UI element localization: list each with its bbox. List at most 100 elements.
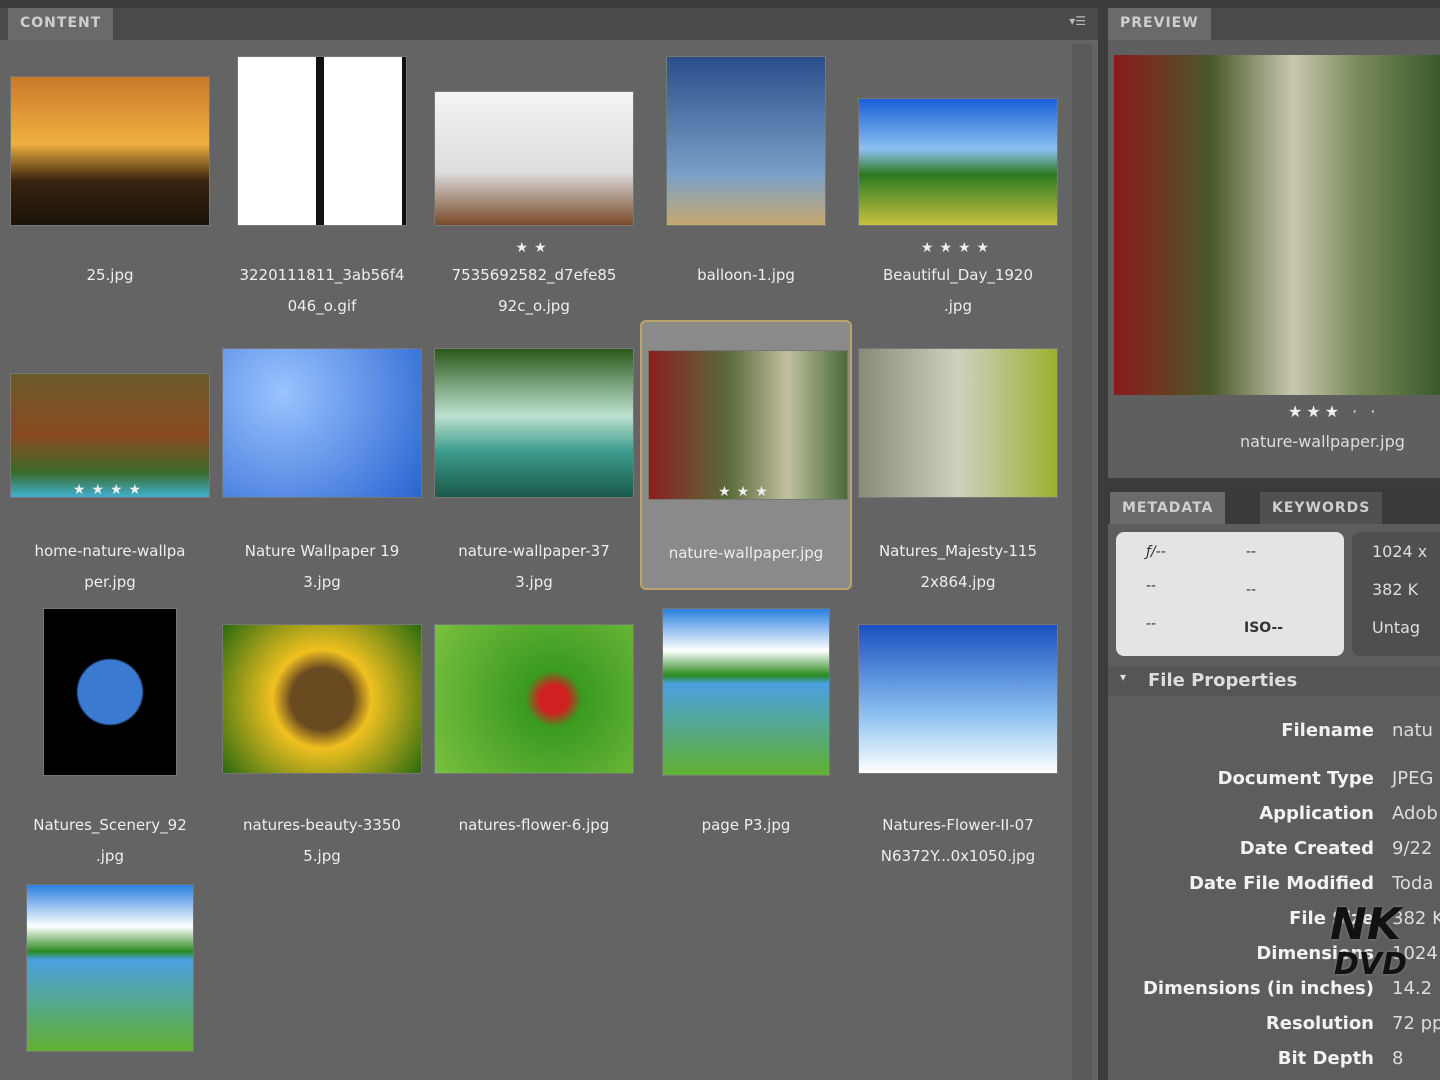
metadata-label: Resolution xyxy=(1265,1013,1374,1034)
thumbnail-image[interactable] xyxy=(43,608,177,776)
preview-rating[interactable]: ★★★ · · xyxy=(1288,402,1379,421)
thumbnail-item[interactable]: ★★★★ Beautiful_Day_1920 .jpg xyxy=(852,46,1064,315)
thumbnail-item[interactable]: ★★★★ home-nature-wallpa per.jpg xyxy=(4,318,216,591)
star-rating[interactable]: ★★★★ xyxy=(852,240,1064,256)
metadata-label: Date Created xyxy=(1239,838,1374,859)
thumbnail-item[interactable]: Natures_Scenery_92 .jpg xyxy=(4,594,216,865)
star-rating[interactable]: ★★★★ xyxy=(4,482,216,498)
metadata-row: Bit Depth 8 xyxy=(1108,1048,1440,1078)
thumbnail-filename: page P3.jpg xyxy=(701,816,791,834)
thumbnail-image[interactable] xyxy=(662,608,830,776)
thumbnail-filename: 25.jpg xyxy=(86,266,134,284)
thumbnail-item[interactable]: ★★★ nature-wallpaper.jpg xyxy=(640,320,852,590)
metadata-value[interactable]: 72 pp xyxy=(1392,1013,1440,1034)
thumbnail-filename: 3220111811_3ab56f4 xyxy=(239,266,405,284)
thumbnail-item[interactable]: natures-flower-6.jpg xyxy=(428,594,640,854)
content-scrollbar[interactable] xyxy=(1072,44,1092,1080)
thumbnail-filename: balloon-1.jpg xyxy=(697,266,795,284)
thumbnail-filename: N6372Y...0x1050.jpg xyxy=(880,847,1036,865)
aperture-value: ƒ/-- xyxy=(1146,544,1166,560)
thumbnail-image[interactable] xyxy=(858,348,1058,498)
thumbnail-item[interactable]: 25.jpg xyxy=(4,46,216,306)
thumbnail-filename: Nature Wallpaper 19 xyxy=(244,542,400,560)
star-rating[interactable]: ★★★ xyxy=(642,484,850,500)
thumbnail-image[interactable] xyxy=(434,624,634,774)
metadata-label: Document Type xyxy=(1217,768,1374,789)
thumbnail-item[interactable]: ★★ 7535692582_d7efe85 92c_o.jpg xyxy=(428,46,640,315)
shutter-value: -- xyxy=(1246,544,1257,560)
tab-preview[interactable]: PREVIEW xyxy=(1108,8,1211,40)
tab-metadata[interactable]: METADATA xyxy=(1110,492,1226,524)
file-properties-section-header[interactable]: ▾ File Properties xyxy=(1108,666,1440,696)
metadata-value[interactable]: 8 xyxy=(1392,1048,1403,1069)
tab-keywords[interactable]: KEYWORDS xyxy=(1260,492,1383,524)
thumbnail-filename: nature-wallpaper-37 xyxy=(458,542,610,560)
thumbnail-item[interactable] xyxy=(4,870,216,1060)
thumbnail-filename: 5.jpg xyxy=(303,847,341,865)
thumbnail-image[interactable] xyxy=(222,624,422,774)
thumbnail-image[interactable] xyxy=(434,348,634,498)
thumbnail-image[interactable] xyxy=(858,98,1058,226)
metadata-row: Document Type JPEG xyxy=(1108,768,1440,798)
thumbnail-filename: .jpg xyxy=(96,847,124,865)
dimensions-summary: 1024 x xyxy=(1372,542,1428,561)
content-panel: CONTENT ▾☰ 25.jpg 3220111811_3ab56f4 046_o… xyxy=(0,8,1098,1080)
camera-value: -- xyxy=(1246,582,1257,598)
thumbnail-filename: natures-flower-6.jpg xyxy=(458,816,610,834)
thumbnail-filename: natures-beauty-3350 xyxy=(243,816,401,834)
metadata-row: Application Adob xyxy=(1108,803,1440,833)
thumbnail-image[interactable] xyxy=(10,76,210,226)
thumbnail-filename: home-nature-wallpa xyxy=(34,542,186,560)
thumbnail-image[interactable] xyxy=(237,56,407,226)
camera-value: -- xyxy=(1146,616,1157,632)
metadata-value[interactable]: JPEG xyxy=(1392,768,1433,789)
thumbnail-image[interactable] xyxy=(858,624,1058,774)
file-summary-box: 1024 x 382 K Untag xyxy=(1352,532,1440,656)
metadata-label: Filename xyxy=(1281,720,1374,741)
thumbnail-image[interactable] xyxy=(10,373,210,498)
section-title: File Properties xyxy=(1148,670,1298,691)
preview-panel: PREVIEW ★★★ · · nature-wallpaper.jpg xyxy=(1108,8,1440,478)
thumbnail-image[interactable] xyxy=(666,56,826,226)
metadata-value[interactable]: 9/22 xyxy=(1392,838,1432,859)
watermark-logo: NK DVD xyxy=(1330,899,1408,983)
thumbnail-filename: Natures_Majesty-115 xyxy=(878,542,1038,560)
preview-filename: nature-wallpaper.jpg xyxy=(1240,432,1405,451)
thumbnail-filename: Natures_Scenery_92 xyxy=(33,816,187,834)
thumbnail-item[interactable]: Nature Wallpaper 19 3.jpg xyxy=(216,318,428,591)
metadata-label: Date File Modified xyxy=(1188,873,1374,894)
star-rating[interactable]: ★★ xyxy=(428,240,640,256)
thumbnail-filename: Natures-Flower-II-07 xyxy=(882,816,1034,834)
thumbnail-item[interactable]: 3220111811_3ab56f4 046_o.gif xyxy=(216,46,428,315)
metadata-panel: METADATA KEYWORDS ƒ/-- -- -- -- -- ISO--… xyxy=(1108,488,1440,1080)
thumbnail-filename: 7535692582_d7efe85 xyxy=(451,266,617,284)
thumbnail-item[interactable]: balloon-1.jpg xyxy=(640,46,852,306)
filesize-summary: 382 K xyxy=(1372,580,1419,599)
preview-panel-header: PREVIEW xyxy=(1108,8,1440,40)
panel-menu-icon[interactable]: ▾☰ xyxy=(1069,14,1086,28)
thumbnail-image[interactable] xyxy=(26,884,194,1052)
thumbnail-filename: nature-wallpaper.jpg xyxy=(668,544,824,562)
color-profile-summary: Untag xyxy=(1372,618,1421,637)
metadata-value[interactable]: Adob xyxy=(1392,803,1438,824)
camera-data-box: ƒ/-- -- -- -- -- ISO-- xyxy=(1116,532,1344,656)
metadata-value[interactable]: Toda xyxy=(1392,873,1433,894)
metadata-row: Filename natu .jpg xyxy=(1108,720,1440,750)
content-panel-header: CONTENT ▾☰ xyxy=(0,8,1098,40)
preview-image[interactable] xyxy=(1114,55,1440,395)
metadata-label: Application xyxy=(1259,803,1374,824)
thumbnail-image[interactable] xyxy=(434,91,634,226)
thumbnail-image[interactable] xyxy=(222,348,422,498)
metadata-value[interactable]: natu .jpg xyxy=(1392,720,1440,741)
thumbnail-item[interactable]: nature-wallpaper-37 3.jpg xyxy=(428,318,640,591)
thumbnail-item[interactable]: Natures-Flower-II-07 N6372Y...0x1050.jpg xyxy=(852,594,1064,865)
thumbnail-item[interactable]: page P3.jpg xyxy=(640,594,852,854)
metadata-row: Date Created 9/22 xyxy=(1108,838,1440,868)
thumbnail-item[interactable]: natures-beauty-3350 5.jpg xyxy=(216,594,428,865)
camera-value: -- xyxy=(1146,578,1157,594)
metadata-label: Bit Depth xyxy=(1277,1048,1374,1069)
thumbnail-image[interactable] xyxy=(648,350,848,500)
disclosure-triangle-icon[interactable]: ▾ xyxy=(1120,670,1126,684)
tab-content[interactable]: CONTENT xyxy=(8,8,114,40)
thumbnail-item[interactable]: Natures_Majesty-115 2x864.jpg xyxy=(852,318,1064,591)
